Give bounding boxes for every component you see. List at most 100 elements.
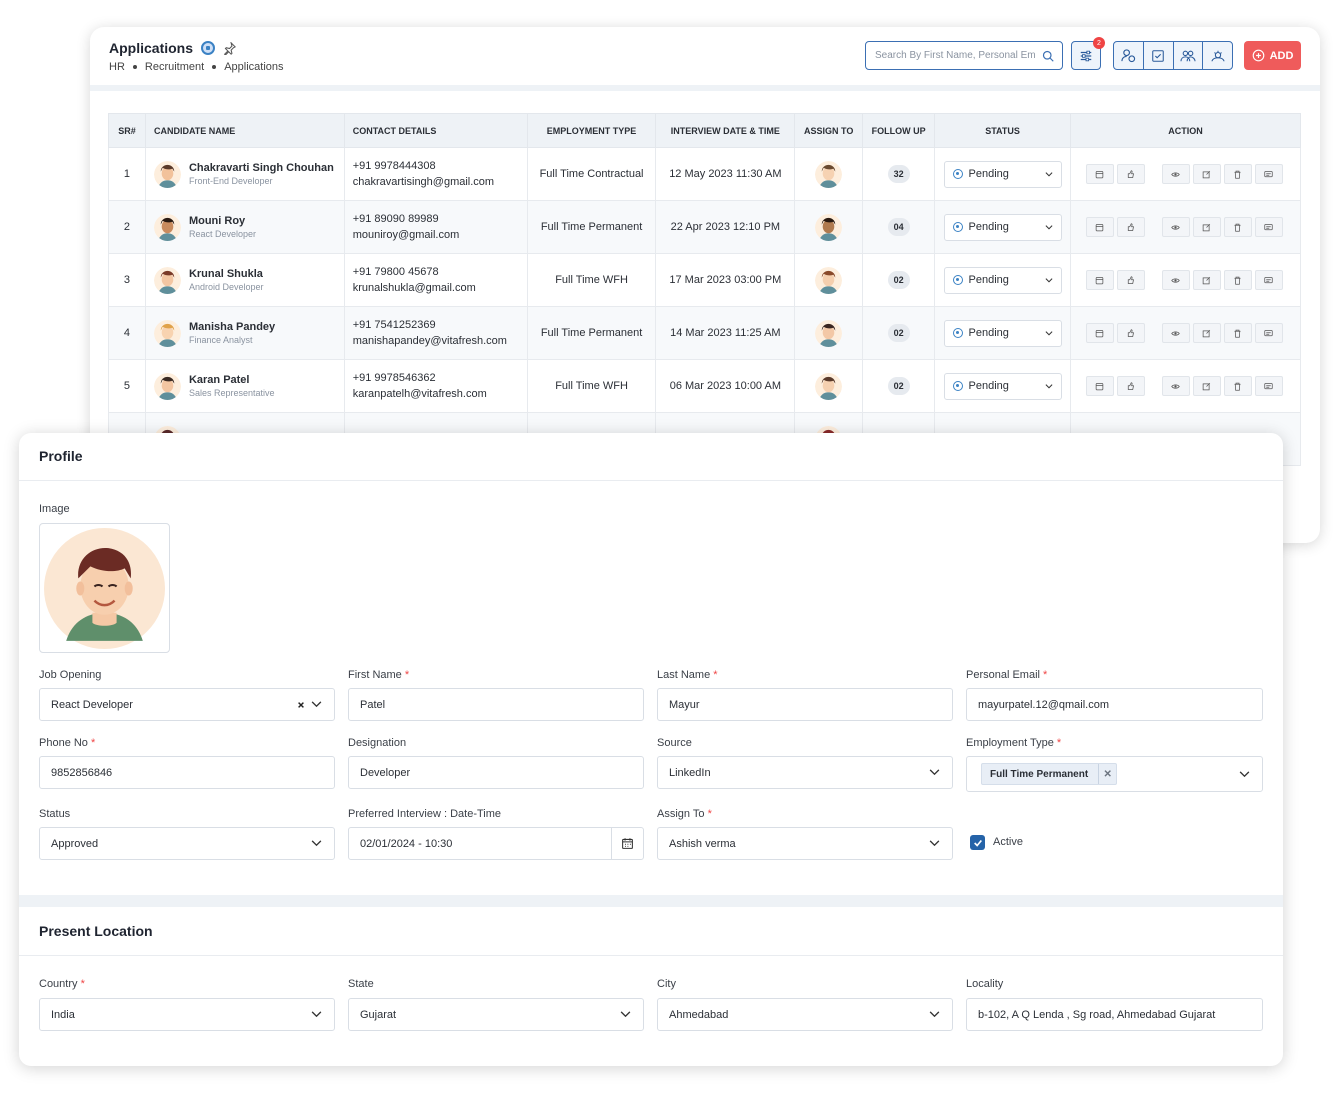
edit-button[interactable] [1192,164,1221,184]
message-button[interactable] [1254,323,1283,343]
candidate-cell[interactable]: Mouni Roy React Developer [144,200,345,254]
add-button[interactable]: ADD [1244,41,1301,70]
calendar-button[interactable] [1085,323,1114,343]
city-select[interactable]: Ahmedabad [657,998,953,1031]
thumbs-up-button[interactable] [1116,164,1145,184]
trash-button[interactable] [1223,270,1252,290]
pin-icon[interactable] [223,41,237,55]
profile-section-title: Profile [39,448,83,464]
last-name-label-text: Last Name [657,669,711,681]
status-dropdown[interactable]: Pending [943,213,1062,241]
calendar-button[interactable] [611,828,643,859]
message-icon [1264,329,1273,336]
edit-button[interactable] [1192,270,1221,290]
candidate-name[interactable]: Manisha Pandey [189,321,275,333]
personal-email-input[interactable]: mayurpatel.12@qmail.com [966,688,1263,721]
group-button[interactable] [1174,42,1204,69]
source-select[interactable]: LinkedIn [657,756,953,789]
candidate-cell[interactable]: Krunal Shukla Android Developer [144,253,345,307]
preferred-interview-input[interactable]: 02/01/2024 - 10:30 [348,827,644,860]
table-row[interactable]: 2 Mouni Roy React Developer +91 89090 89989… [108,200,1301,254]
breadcrumb-hr[interactable]: HR [109,61,125,73]
row-actions [1071,376,1300,396]
message-button[interactable] [1254,376,1283,396]
follow-up-count[interactable]: 02 [887,324,910,342]
eye-button[interactable] [1161,164,1190,184]
last-name-label: Last Name * [657,669,718,681]
search-input[interactable]: Search By First Name, Personal Em [865,41,1063,70]
breadcrumb-recruitment[interactable]: Recruitment [145,61,204,73]
trash-button[interactable] [1223,376,1252,396]
follow-up-count[interactable]: 02 [887,377,910,395]
assign-user-button[interactable] [1114,42,1144,69]
first-name-input[interactable]: Patel [348,688,644,721]
status-dropdown[interactable]: Pending [943,319,1062,347]
calendar-button[interactable] [1085,164,1114,184]
eye-button[interactable] [1161,217,1190,237]
state-select[interactable]: Gujarat [348,998,644,1031]
status-cell: Pending [934,200,1071,254]
search-icon[interactable] [1042,50,1054,62]
last-name-input[interactable]: Mayur [657,688,953,721]
contact-email[interactable]: karanpatelh@vitafresh.com [353,386,527,402]
designation-input[interactable]: Developer [348,756,644,789]
message-button[interactable] [1254,270,1283,290]
candidate-cell[interactable]: Karan Patel Sales Representative [144,359,345,413]
thumbs-up-button[interactable] [1116,217,1145,237]
phone-input[interactable]: 9852856846 [39,756,335,789]
status-dropdown[interactable]: Pending [943,266,1062,294]
clear-icon[interactable] [297,701,305,709]
status-cell: Pending [934,147,1071,201]
contact-email[interactable]: chakravartisingh@gmail.com [353,174,527,190]
active-checkbox[interactable] [970,835,985,850]
trash-button[interactable] [1223,164,1252,184]
thumbs-up-button[interactable] [1116,376,1145,396]
table-row[interactable]: 1 Chakravarti Singh Chouhan Front-End Deve… [108,147,1301,201]
calendar-button[interactable] [1085,376,1114,396]
team-settings-button[interactable] [1203,42,1232,69]
candidate-name[interactable]: Chakravarti Singh Chouhan [189,162,334,174]
candidate-cell[interactable]: Chakravarti Singh Chouhan Front-End Devel… [144,147,345,201]
status-dropdown[interactable]: Pending [943,372,1062,400]
chip-remove-icon[interactable]: ✕ [1098,764,1116,784]
employment-type-select[interactable]: Full Time Permanent ✕ [966,756,1263,792]
calendar-button[interactable] [1085,270,1114,290]
candidate-cell[interactable]: Manisha Pandey Finance Analyst [144,306,345,360]
status-dropdown[interactable]: Pending [943,160,1062,188]
edit-button[interactable] [1192,323,1221,343]
table-row[interactable]: 3 Krunal Shukla Android Developer +91 79800… [108,253,1301,307]
contact-email[interactable]: krunalshukla@gmail.com [353,280,527,296]
trash-button[interactable] [1223,323,1252,343]
follow-up-count[interactable]: 32 [887,165,910,183]
candidate-name[interactable]: Krunal Shukla [189,268,264,280]
message-button[interactable] [1254,164,1283,184]
eye-button[interactable] [1161,323,1190,343]
edit-button[interactable] [1192,376,1221,396]
follow-up-count[interactable]: 02 [887,271,910,289]
job-opening-select[interactable]: React Developer [39,688,335,721]
info-icon[interactable] [201,41,216,55]
contact-email[interactable]: mouniroy@gmail.com [353,227,527,243]
follow-up-count[interactable]: 04 [887,218,910,236]
eye-button[interactable] [1161,270,1190,290]
calendar-button[interactable] [1085,217,1114,237]
trash-button[interactable] [1223,217,1252,237]
approve-button[interactable] [1144,42,1174,69]
profile-image-upload[interactable] [39,523,170,653]
message-button[interactable] [1254,217,1283,237]
edit-button[interactable] [1192,217,1221,237]
thumbs-up-button[interactable] [1116,270,1145,290]
assign-to-select[interactable]: Ashish verma [657,827,953,860]
status-select[interactable]: Approved [39,827,335,860]
candidate-name[interactable]: Karan Patel [189,374,275,386]
table-row[interactable]: 5 Karan Patel Sales Representative +91 9978… [108,359,1301,413]
trash-icon [1234,276,1241,285]
eye-button[interactable] [1161,376,1190,396]
table-row[interactable]: 4 Manisha Pandey Finance Analyst +91 754125… [108,306,1301,360]
active-label[interactable]: Active [993,836,1023,848]
country-select[interactable]: India [39,998,335,1031]
thumbs-up-button[interactable] [1116,323,1145,343]
locality-input[interactable]: b-102, A Q Lenda , Sg road, Ahmedabad Gu… [966,998,1263,1031]
contact-email[interactable]: manishapandey@vitafresh.com [353,333,527,349]
candidate-name[interactable]: Mouni Roy [189,215,256,227]
